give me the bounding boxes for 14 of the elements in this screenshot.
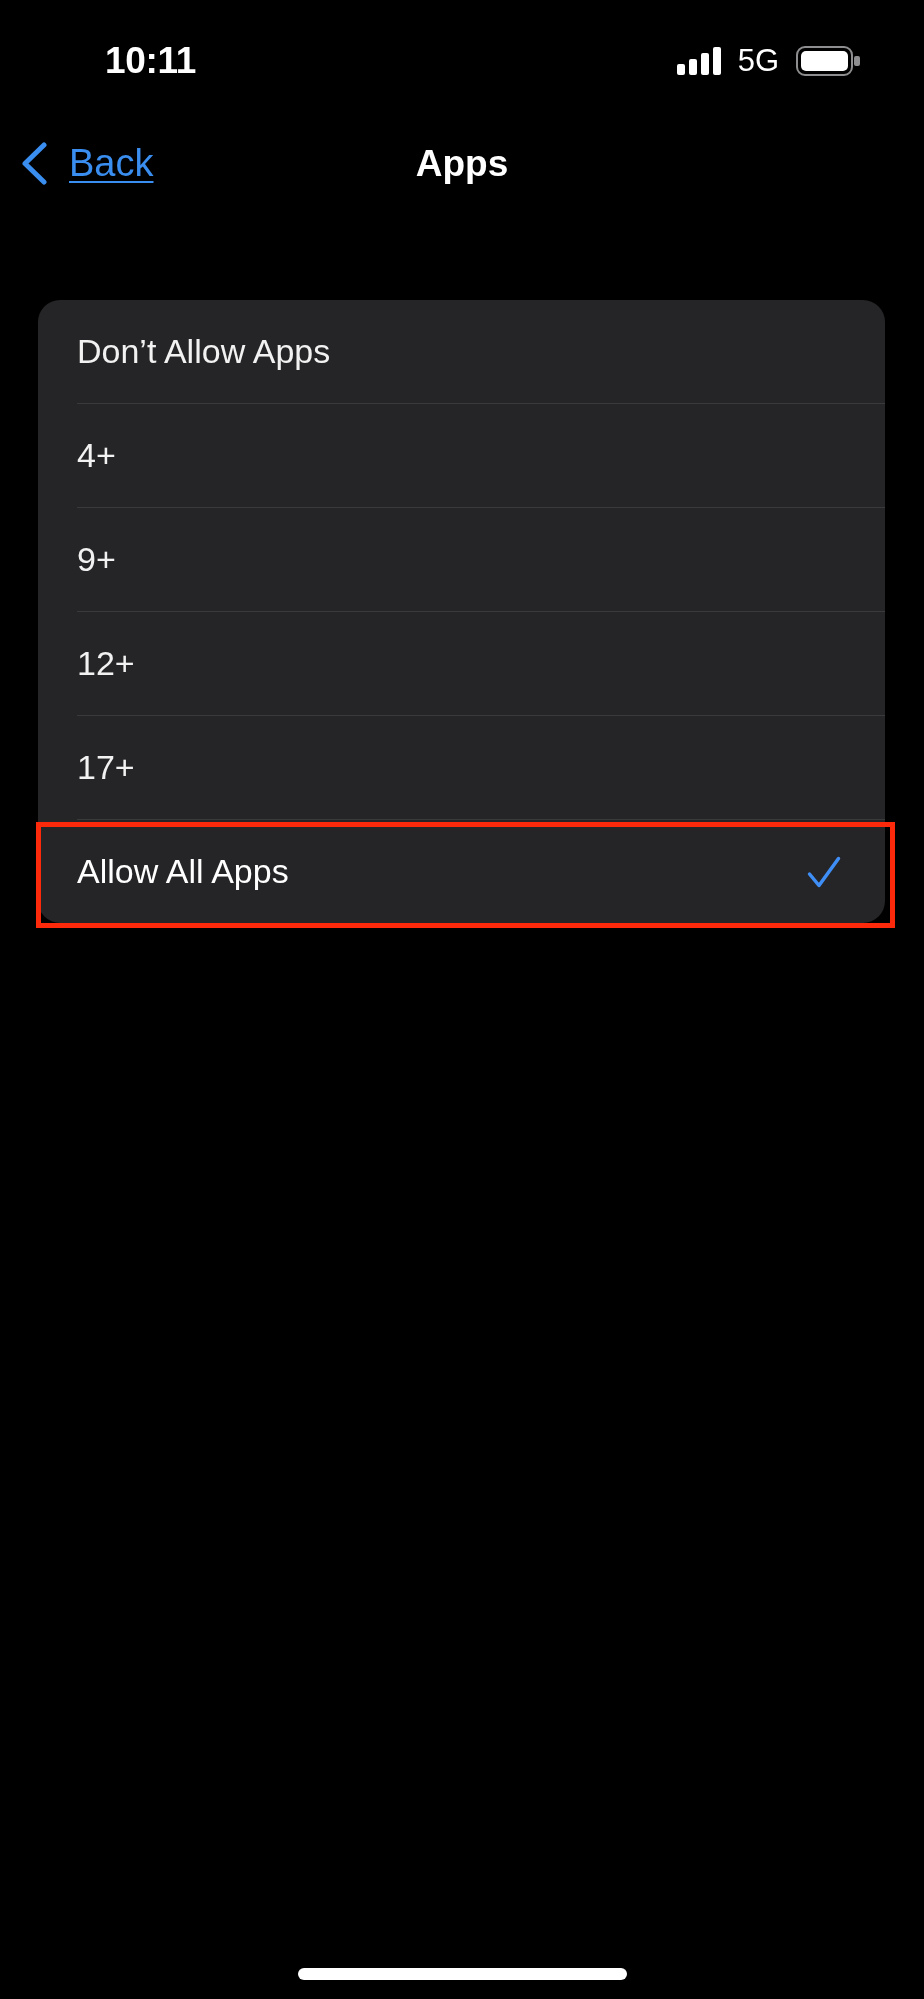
- signal-icon: [676, 47, 721, 75]
- option-row[interactable]: 4+: [38, 404, 885, 507]
- network-label: 5G: [737, 43, 779, 79]
- option-row[interactable]: Allow All Apps: [38, 820, 885, 923]
- option-row[interactable]: 9+: [38, 508, 885, 611]
- chevron-left-icon: [22, 142, 47, 185]
- battery-icon: [796, 46, 860, 76]
- status-time: 10:11: [105, 40, 197, 82]
- option-row[interactable]: 17+: [38, 716, 885, 819]
- back-button[interactable]: Back: [22, 142, 154, 185]
- page-title: Apps: [415, 142, 509, 185]
- option-row[interactable]: Don’t Allow Apps: [38, 300, 885, 403]
- option-row[interactable]: 12+: [38, 612, 885, 715]
- checkmark-icon: [807, 855, 841, 888]
